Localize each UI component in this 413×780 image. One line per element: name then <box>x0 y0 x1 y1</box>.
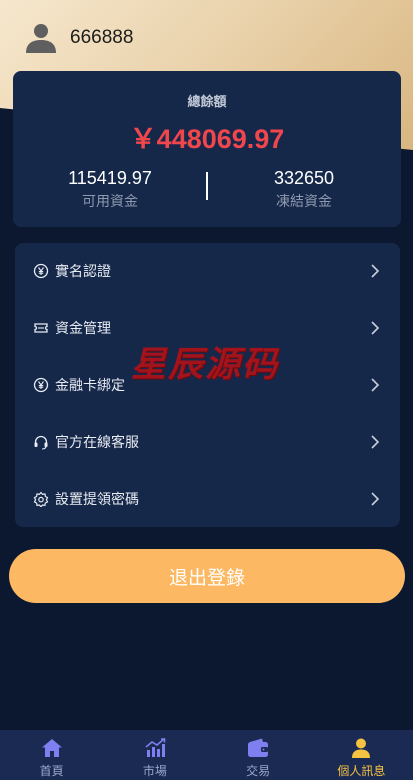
frozen-funds: 332650 凍結資金 <box>207 168 401 211</box>
logout-button[interactable]: 退出登錄 <box>9 549 405 603</box>
username: 666888 <box>70 27 134 48</box>
menu-item-online-support[interactable]: 官方在線客服 <box>15 414 400 470</box>
chart-icon <box>144 738 166 758</box>
balance-title: 總餘額 <box>187 95 227 110</box>
tab-label: 首頁 <box>39 764 64 778</box>
tab-home[interactable]: 首頁 <box>0 730 103 780</box>
menu-item-label: 實名認證 <box>55 264 111 280</box>
chevron-right-icon <box>370 320 380 336</box>
chevron-right-icon <box>370 434 380 450</box>
wallet-icon <box>247 738 269 758</box>
gear-icon <box>33 491 49 507</box>
frozen-label: 凍結資金 <box>276 194 332 210</box>
available-funds: 115419.97 可用資金 <box>13 168 207 211</box>
user-icon <box>350 738 372 758</box>
menu-item-real-name-verification[interactable]: 實名認證 <box>15 243 400 299</box>
balance-card: 總餘額 ￥448069.97 115419.97 可用資金 332650 凍結資… <box>13 71 401 227</box>
user-row: 666888 <box>24 20 133 56</box>
balance-amount: ￥448069.97 <box>129 124 285 154</box>
menu-item-label: 官方在線客服 <box>55 435 139 451</box>
bottom-tabbar: 首頁 市場 交易 個人訊息 <box>0 730 413 780</box>
tab-profile[interactable]: 個人訊息 <box>310 730 413 780</box>
tab-trade[interactable]: 交易 <box>207 730 310 780</box>
chevron-right-icon <box>370 263 380 279</box>
tab-market[interactable]: 市場 <box>103 730 206 780</box>
menu-item-label: 金融卡綁定 <box>55 378 125 394</box>
tab-label: 個人訊息 <box>337 764 386 778</box>
chevron-right-icon <box>370 377 380 393</box>
avatar-icon[interactable] <box>24 21 58 55</box>
yen-circle-icon <box>33 377 49 393</box>
yen-circle-icon <box>33 263 49 279</box>
menu-item-withdrawal-password[interactable]: 設置提領密碼 <box>15 471 400 527</box>
chevron-right-icon <box>370 491 380 507</box>
available-value: 115419.97 <box>68 168 152 188</box>
menu-item-label: 設置提領密碼 <box>55 492 139 508</box>
frozen-value: 332650 <box>273 168 335 188</box>
headset-icon <box>33 434 49 450</box>
watermark: 星辰源码 <box>131 344 280 385</box>
ticket-icon <box>33 320 49 336</box>
home-icon <box>41 738 63 758</box>
menu-item-label: 資金管理 <box>55 321 111 337</box>
tab-label: 交易 <box>246 764 271 778</box>
available-label: 可用資金 <box>82 194 138 210</box>
tab-label: 市場 <box>142 764 167 778</box>
